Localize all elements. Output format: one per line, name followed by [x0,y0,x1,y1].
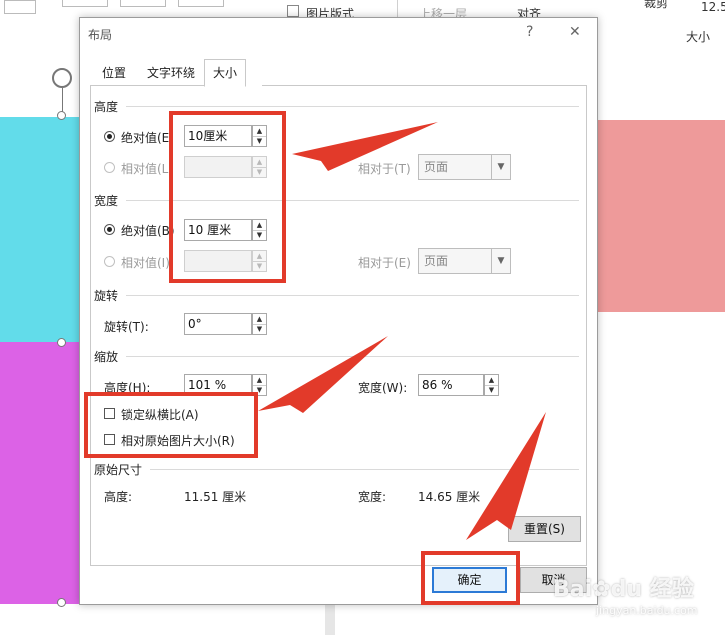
paw-icon: ✿ [592,577,611,602]
watermark-url: jingyan.baidu.com [596,604,698,617]
annotation-arrow [258,336,388,413]
watermark-brand-part1: Bai [553,577,593,602]
annotation-arrow [466,412,546,540]
watermark-brand-part2: du [610,577,643,602]
watermark-brand: Bai✿du 经验 [553,571,694,603]
watermark-suffix: 经验 [649,577,694,602]
annotation-arrows [258,122,546,540]
annotation-arrow [292,122,438,171]
